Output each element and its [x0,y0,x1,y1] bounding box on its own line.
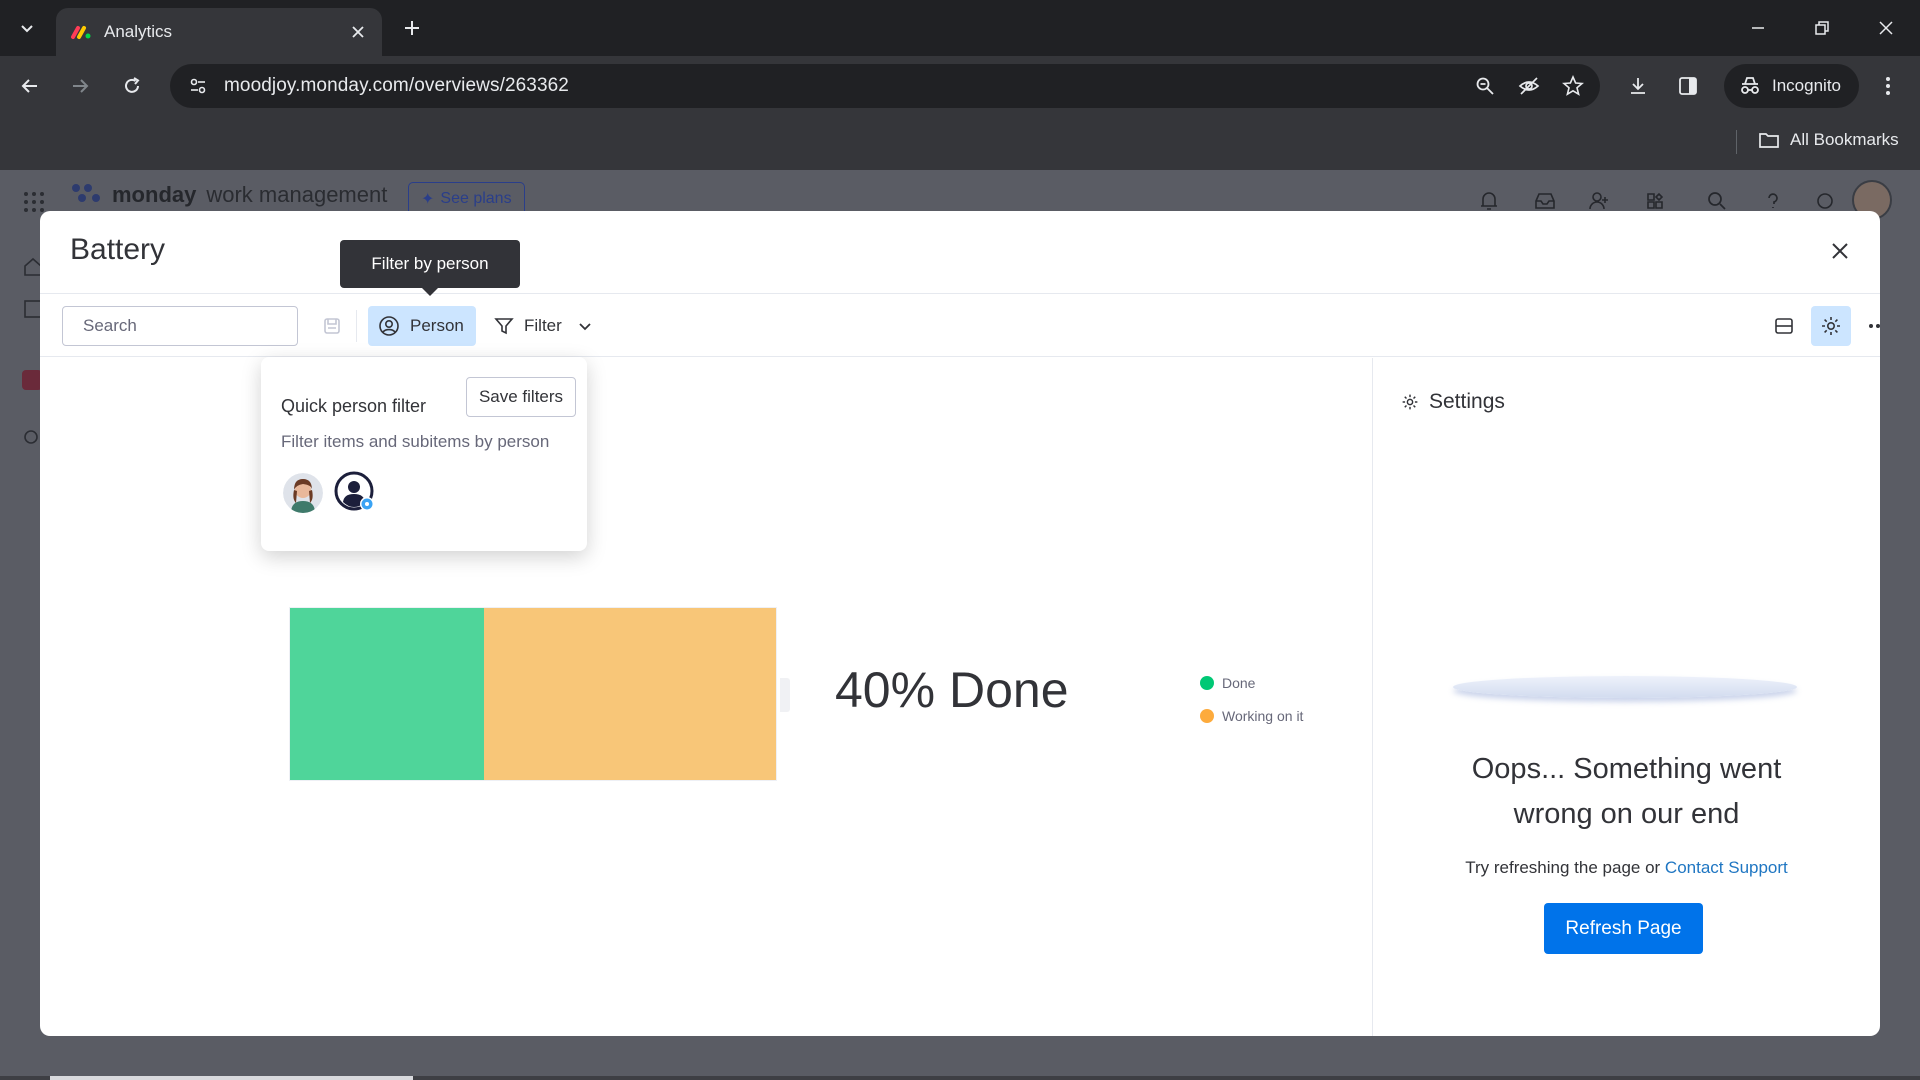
browser-tab-analytics[interactable]: Analytics [56,8,382,56]
monday-logo[interactable]: monday work management [68,182,387,208]
tab-search-chevron-icon[interactable] [10,11,44,45]
legend-item: Working on it [1200,699,1303,732]
widget-settings-gear-icon[interactable] [1811,306,1851,346]
modal-title: Battery [70,233,166,266]
search-box[interactable] [62,306,304,346]
url-text: moodjoy.monday.com/overviews/263362 [224,75,569,96]
funnel-icon [494,318,514,335]
tab-title: Analytics [104,22,173,41]
tab-close-icon[interactable] [346,20,370,44]
battery-chart-area: 40% Done Done Working on it [40,358,1372,1036]
logo-subtext: work management [206,182,388,207]
browser-menu-icon[interactable] [1872,70,1904,102]
bookmarks-divider [1736,130,1737,154]
incognito-badge[interactable]: Incognito [1724,64,1859,108]
battery-cap [780,678,790,712]
all-bookmarks-label: All Bookmarks [1790,130,1899,149]
settings-header: Settings [1401,390,1505,414]
bottom-progress-strip [50,1076,413,1080]
all-bookmarks-button[interactable]: All Bookmarks [1758,130,1899,150]
battery-legend: Done Working on it [1200,666,1303,732]
restore-icon[interactable] [1804,12,1840,44]
legend-dot [1200,708,1214,723]
refresh-page-button[interactable]: Refresh Page [1544,903,1703,954]
person-circle-icon [379,316,399,336]
chevron-down-icon[interactable] [578,319,592,333]
battery-done-label: 40% Done [835,662,1069,718]
tooltip-arrow [422,288,438,296]
filter-label: Filter [524,316,562,335]
search-input[interactable] [83,316,304,336]
error-subtitle-text: Try refreshing the page or [1465,858,1665,877]
legend-label: Done [1222,674,1256,691]
settings-panel: Settings Oops... Something went wrong on… [1373,358,1880,1036]
legend-dot [1200,675,1214,690]
legend-item: Done [1200,666,1303,699]
settings-gear-icon [1402,394,1418,410]
error-subtitle: Try refreshing the page or Contact Suppo… [1373,858,1880,878]
folder-icon [1759,133,1779,148]
modal-close-icon[interactable] [1826,237,1854,265]
bookmarks-bar: All Bookmarks [0,116,1920,170]
window-close-icon[interactable] [1868,12,1904,44]
eye-off-icon[interactable] [1512,69,1546,103]
sparkle-icon: ✦ [421,191,435,208]
battery-segment-working-on-it[interactable] [484,608,776,780]
back-arrow-icon[interactable] [14,70,46,102]
saved-views-icon[interactable] [318,312,346,340]
zoom-icon[interactable] [1468,69,1502,103]
address-bar[interactable]: moodjoy.monday.com/overviews/263362 [170,64,1600,108]
widget-layout-icon[interactable] [1764,306,1804,346]
monday-favicon-icon [71,26,91,39]
reload-icon[interactable] [116,70,148,102]
see-plans-label: See plans [440,190,512,207]
site-info-icon[interactable] [182,70,214,102]
workspace-badge[interactable] [22,370,42,390]
bookmark-star-icon[interactable] [1556,69,1590,103]
error-illustration [1453,676,1797,698]
apps-grid-icon[interactable] [22,190,46,214]
error-title: Oops... Something went wrong on our end [1471,753,1782,830]
toolbar-separator [356,310,357,342]
contact-support-link[interactable]: Contact Support [1665,858,1788,877]
incognito-icon [1741,77,1759,94]
filter-button[interactable]: Filter [494,306,592,346]
side-panel-icon[interactable] [1672,70,1704,102]
incognito-label: Incognito [1772,76,1841,95]
filter-by-person-tooltip: Filter by person [340,240,520,288]
legend-label: Working on it [1222,707,1304,724]
person-filter-button[interactable]: Person [368,306,476,346]
filter-toolbar: Person Filter [40,294,1880,357]
settings-title: Settings [1429,390,1505,413]
battery-segment-done[interactable] [290,608,485,780]
more-options-icon[interactable] [1858,306,1880,346]
logo-text: monday [112,182,197,207]
download-icon[interactable] [1622,70,1654,102]
browser-toolbar: moodjoy.monday.com/overviews/263362 Inco… [0,56,1920,116]
new-tab-plus-icon[interactable] [398,14,426,42]
monday-logo-icon [72,184,100,202]
battery-chart [290,608,790,780]
battery-body [290,608,776,780]
person-filter-label: Person [410,316,464,335]
forward-arrow-icon[interactable] [64,70,96,102]
browser-tabstrip: Analytics [0,0,1920,56]
minimize-icon[interactable] [1740,12,1776,44]
battery-widget-modal: Battery Person Filter [40,211,1880,1036]
